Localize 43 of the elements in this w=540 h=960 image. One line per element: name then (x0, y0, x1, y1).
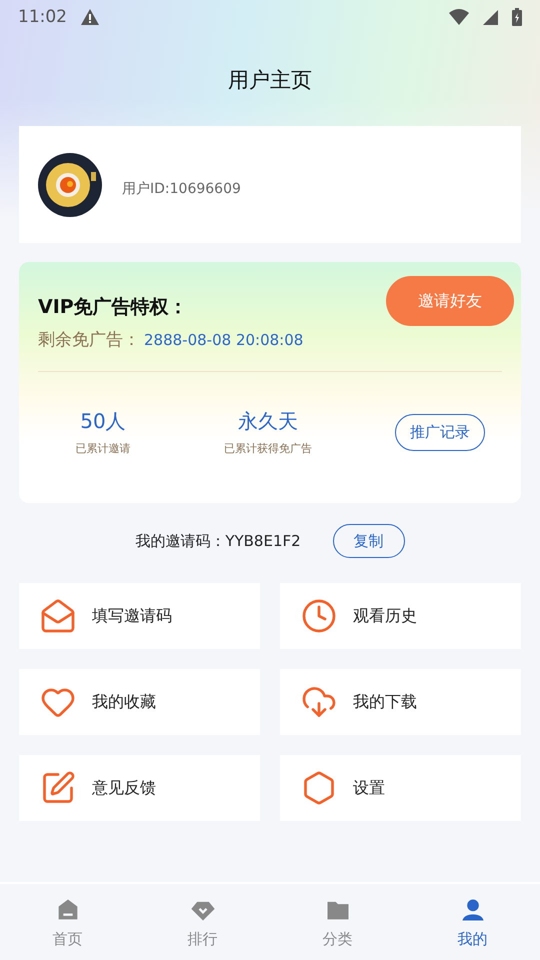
wifi-icon (449, 9, 469, 25)
avatar-icon (38, 152, 102, 216)
edit-icon (40, 770, 76, 806)
tab[interactable]: 首页 (0, 884, 135, 960)
tab-label: 我的 (458, 930, 488, 948)
remaining-label: 剩余免广告： (38, 329, 140, 351)
stat-value: 50人 (80, 408, 126, 435)
menu-item[interactable]: 我的下载 (280, 669, 521, 735)
warning-icon (81, 9, 99, 25)
stat-label: 已累计获得免广告 (224, 441, 312, 456)
status-time: 11:02 (18, 7, 67, 27)
menu-item[interactable]: 填写邀请码 (19, 583, 260, 649)
envelope-icon (40, 598, 76, 634)
copy-button[interactable]: 复制 (332, 524, 405, 558)
invite-code: 我的邀请码：YYB8E1F2 (135, 532, 301, 550)
tab[interactable]: 分类 (270, 884, 405, 960)
menu-label: 我的下载 (353, 692, 417, 712)
menu-label: 我的收藏 (92, 692, 156, 712)
clock-icon (301, 598, 337, 634)
vip-title: VIP免广告特权： (38, 295, 188, 320)
page-title: 用户主页 (227, 67, 313, 94)
signal-icon (483, 10, 498, 24)
menu-item[interactable]: 意见反馈 (19, 755, 260, 821)
menu-item[interactable]: 观看历史 (280, 583, 521, 649)
menu-label: 观看历史 (353, 606, 417, 626)
remaining-value: 2888-08-08 20:08:08 (144, 330, 304, 348)
menu-item[interactable]: 我的收藏 (19, 669, 260, 735)
tab-label: 首页 (52, 930, 82, 948)
tab-label: 排行 (188, 930, 218, 948)
user-id: 用户ID:10696609 (122, 180, 241, 198)
battery-icon (512, 8, 522, 26)
stat-label: 已累计邀请 (76, 441, 130, 456)
records-button[interactable]: 推广记录 (395, 414, 485, 450)
tab[interactable]: 排行 (135, 884, 270, 960)
menu-label: 设置 (353, 778, 385, 798)
settings-icon (301, 770, 337, 806)
menu-label: 意见反馈 (92, 778, 156, 798)
stat-value: 永久天 (238, 408, 298, 435)
menu-item[interactable]: 设置 (280, 755, 521, 821)
cloud-download-icon (301, 684, 337, 720)
tab-label: 分类 (322, 930, 352, 948)
tab[interactable]: 我的 (405, 884, 540, 960)
menu-label: 填写邀请码 (92, 606, 172, 626)
